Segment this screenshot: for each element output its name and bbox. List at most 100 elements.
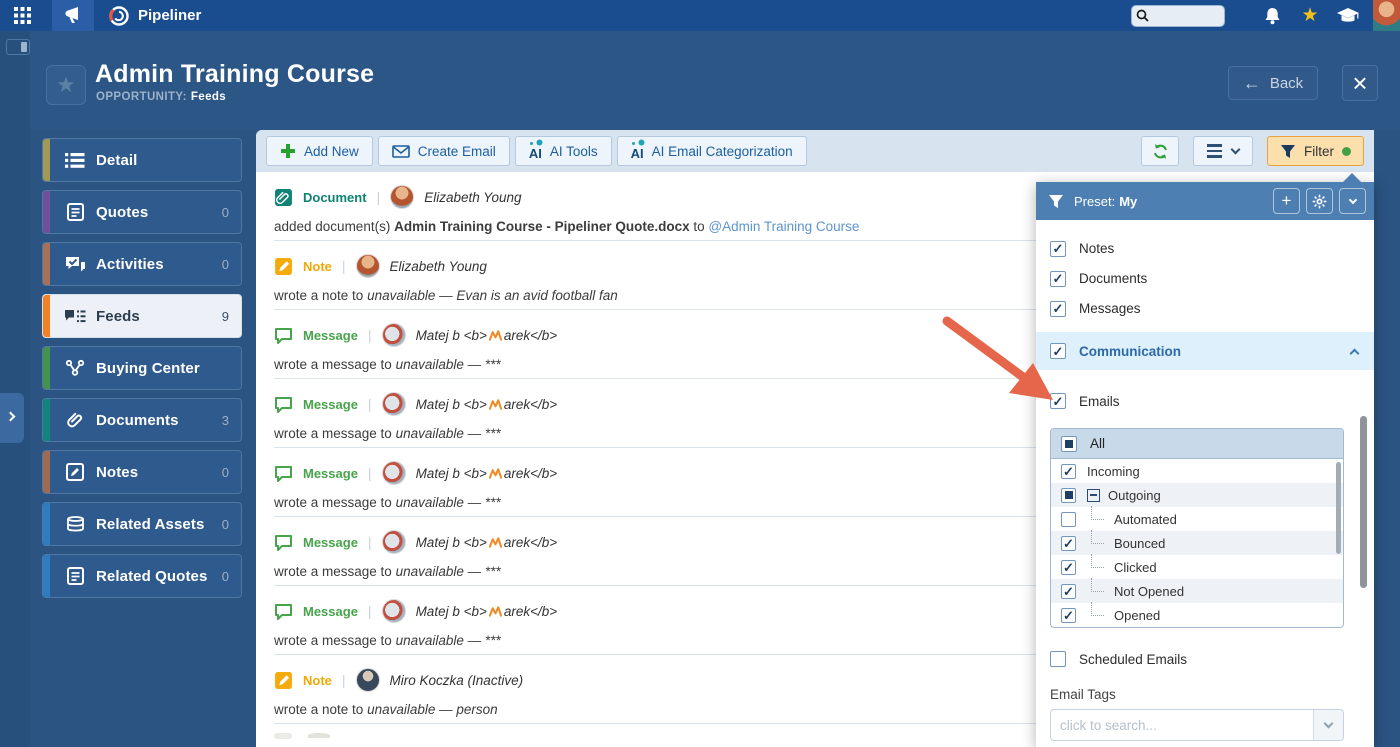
preset-settings-button[interactable]: [1306, 188, 1333, 214]
add-preset-button[interactable]: +: [1273, 188, 1300, 214]
favorites-button[interactable]: ★: [1291, 0, 1329, 31]
view-options-button[interactable]: [1193, 136, 1253, 166]
collapse-panel-icon[interactable]: [6, 39, 30, 55]
filter-panel-body: Notes Documents Messages Communication Ema…: [1036, 220, 1374, 747]
tree-row-outgoing[interactable]: Outgoing: [1051, 483, 1343, 507]
sidebar-item-notes[interactable]: Notes0: [42, 450, 242, 494]
select-chevron-button[interactable]: [1313, 710, 1343, 740]
all-checkbox[interactable]: [1061, 436, 1077, 452]
emails-checkbox[interactable]: [1050, 393, 1066, 409]
tree-connector: [1091, 530, 1104, 544]
feed-text: wrote a note to: [274, 288, 367, 303]
sidebar-item-buying-center[interactable]: Buying Center: [42, 346, 242, 390]
tree-row-bounced[interactable]: Bounced: [1051, 531, 1343, 555]
add-new-button[interactable]: Add New: [266, 136, 373, 166]
tree-row-opened[interactable]: Opened: [1051, 603, 1343, 627]
sidebar-item-label: Related Assets: [96, 516, 222, 533]
tree-scrollbar[interactable]: [1336, 462, 1341, 554]
tree-label: Opened: [1114, 608, 1160, 623]
filter-row-notes[interactable]: Notes: [1036, 234, 1374, 263]
filter-panel-header: Preset:My +: [1036, 182, 1374, 220]
divider: |: [342, 258, 346, 274]
create-email-button[interactable]: Create Email: [378, 136, 510, 166]
filter-button[interactable]: Filter: [1267, 136, 1364, 166]
divider: |: [368, 465, 372, 481]
opened-checkbox[interactable]: [1061, 608, 1076, 623]
sidebar-item-related-quotes[interactable]: Related Quotes0: [42, 554, 242, 598]
author-name: Elizabeth Young: [424, 190, 521, 205]
apps-grid-icon[interactable]: [0, 0, 44, 31]
communication-checkbox[interactable]: [1050, 343, 1066, 359]
messages-checkbox[interactable]: [1050, 301, 1066, 317]
sidebar-item-quotes[interactable]: Quotes0: [42, 190, 242, 234]
filter-row-messages[interactable]: Messages: [1036, 294, 1374, 323]
document-icon: [274, 188, 293, 207]
automated-checkbox[interactable]: [1061, 512, 1076, 527]
documents-checkbox[interactable]: [1050, 271, 1066, 287]
user-avatar[interactable]: [1373, 0, 1400, 31]
close-icon: ×: [1352, 68, 1367, 98]
quotes-icon: [67, 203, 84, 221]
email-tags-select[interactable]: click to search...: [1050, 709, 1344, 741]
divider: |: [368, 396, 372, 412]
zigzag-m-icon: [489, 468, 502, 479]
chevron-down-icon: [1324, 719, 1334, 729]
feed-type-label: Note: [303, 259, 332, 274]
feeds-icon: [64, 309, 86, 324]
close-button[interactable]: ×: [1342, 65, 1378, 101]
tree-connector: [1091, 602, 1104, 616]
sidebar-item-documents[interactable]: Documents3: [42, 398, 242, 442]
collapse-node-icon[interactable]: [1087, 489, 1100, 502]
back-button[interactable]: ←Back: [1228, 66, 1318, 100]
expand-panel-tab[interactable]: [0, 393, 24, 443]
avatar: [356, 254, 380, 278]
global-search[interactable]: [1131, 5, 1225, 27]
tree-row-clicked[interactable]: Clicked: [1051, 555, 1343, 579]
avatar: [382, 392, 406, 416]
avatar: [390, 185, 414, 209]
search-input[interactable]: [1149, 9, 1215, 23]
bounced-checkbox[interactable]: [1061, 536, 1076, 551]
sidebar-item-feeds[interactable]: Feeds9: [42, 294, 242, 338]
refresh-button[interactable]: [1141, 136, 1179, 166]
message-icon: [274, 327, 293, 344]
scheduled-emails-checkbox[interactable]: [1050, 651, 1066, 667]
email-tags-label: Email Tags: [1036, 687, 1374, 702]
tree-row-incoming[interactable]: Incoming: [1051, 459, 1343, 483]
sidebar-item-related-assets[interactable]: Related Assets0: [42, 502, 242, 546]
favorite-record-button[interactable]: ★: [46, 65, 86, 105]
ai-tools-button[interactable]: AIAI Tools: [515, 136, 612, 166]
notifications-button[interactable]: [1253, 0, 1291, 31]
panel-scrollbar[interactable]: [1360, 416, 1367, 588]
sidebar-item-detail[interactable]: Detail: [42, 138, 242, 182]
collapse-panel-button[interactable]: [1339, 188, 1366, 214]
message-icon: [274, 603, 293, 620]
tree-row-automated[interactable]: Automated: [1051, 507, 1343, 531]
feed-link[interactable]: @Admin Training Course: [708, 219, 859, 234]
tree-all-row[interactable]: All: [1051, 429, 1343, 459]
rquotes-icon: [67, 567, 84, 585]
feed-text: unavailable — ***: [396, 426, 501, 441]
communication-group-row[interactable]: Communication: [1036, 332, 1374, 370]
incoming-checkbox[interactable]: [1061, 464, 1076, 479]
author-name: Miro Koczka (Inactive): [390, 673, 524, 688]
tree-row-not-opened[interactable]: Not Opened: [1051, 579, 1343, 603]
notes-checkbox[interactable]: [1050, 241, 1066, 257]
outgoing-checkbox[interactable]: [1061, 488, 1076, 503]
filter-row-documents[interactable]: Documents: [1036, 264, 1374, 293]
chevron-up-icon[interactable]: [1350, 348, 1360, 358]
filter-label: Documents: [1079, 271, 1147, 286]
scheduled-emails-row[interactable]: Scheduled Emails: [1036, 645, 1374, 673]
ai-email-categorization-button[interactable]: AIAI Email Categorization: [617, 136, 807, 166]
avatar: [382, 461, 406, 485]
learning-button[interactable]: [1329, 0, 1367, 31]
not-opened-checkbox[interactable]: [1061, 584, 1076, 599]
avatar: [382, 530, 406, 554]
emails-filter-row[interactable]: Emails: [1036, 386, 1374, 416]
announcements-button[interactable]: [52, 0, 94, 31]
clicked-checkbox[interactable]: [1061, 560, 1076, 575]
panel-notch: [1342, 173, 1362, 183]
sidebar-item-activities[interactable]: Activities0: [42, 242, 242, 286]
divider: |: [368, 603, 372, 619]
item-count-badge: 0: [222, 517, 229, 532]
